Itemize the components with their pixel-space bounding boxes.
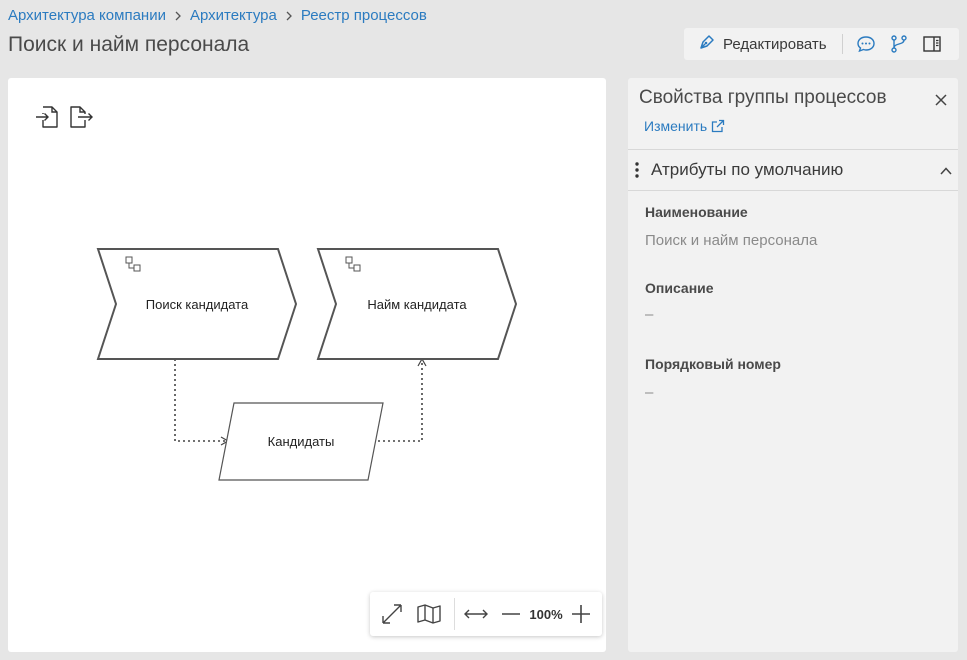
- flow-connector-in: [378, 357, 427, 442]
- zoom-toolbar: 100%: [370, 592, 602, 636]
- edit-button-label: Редактировать: [723, 35, 827, 53]
- close-icon[interactable]: [933, 92, 949, 108]
- edit-button[interactable]: Редактировать: [684, 28, 827, 60]
- branch-icon[interactable]: [888, 33, 910, 55]
- comment-icon[interactable]: [855, 33, 877, 55]
- chevron-right-icon: [166, 11, 190, 21]
- edit-properties-link[interactable]: Изменить: [644, 118, 725, 134]
- process-diagram: [96, 248, 518, 481]
- edit-properties-link-label: Изменить: [644, 118, 708, 134]
- attribute-value-order-number: –: [645, 384, 654, 401]
- attribute-label-description: Описание: [645, 280, 714, 296]
- properties-panel: Свойства группы процессов Изменить Атриб…: [628, 78, 958, 652]
- zoom-level: 100%: [529, 606, 563, 622]
- data-label-candidates: Кандидаты: [267, 434, 335, 449]
- breadcrumb-item-company-architecture[interactable]: Архитектура компании: [8, 7, 166, 24]
- breadcrumb-item-architecture[interactable]: Архитектура: [190, 7, 277, 24]
- breadcrumb-item-process-registry[interactable]: Реестр процессов: [301, 7, 427, 24]
- fullscreen-icon[interactable]: [372, 602, 412, 626]
- diagram-canvas[interactable]: Поиск кандидата Найм кандидата Кандидаты…: [8, 78, 606, 652]
- zoom-out-icon[interactable]: [497, 612, 525, 616]
- external-link-icon: [712, 119, 725, 133]
- attribute-label-order-number: Порядковый номер: [645, 356, 781, 372]
- panel-title: Свойства группы процессов: [639, 87, 887, 108]
- process-label-hire: Найм кандидата: [367, 297, 467, 312]
- flow-connector-out: [174, 359, 230, 446]
- map-icon[interactable]: [412, 603, 446, 625]
- top-toolbar: Редактировать: [684, 28, 959, 60]
- section-header-default-attributes[interactable]: Атрибуты по умолчанию: [628, 149, 958, 191]
- toolbar-divider: [841, 34, 843, 54]
- panel-toggle-icon[interactable]: [921, 33, 943, 55]
- drag-handle-icon: [635, 162, 639, 178]
- section-title: Атрибуты по умолчанию: [651, 160, 844, 179]
- attribute-value-name: Поиск и найм персонала: [645, 232, 818, 249]
- process-label-search: Поиск кандидата: [145, 297, 249, 312]
- chevron-up-icon: [940, 167, 952, 175]
- fit-width-icon[interactable]: [455, 607, 497, 621]
- pen-icon: [697, 32, 717, 57]
- zoom-in-icon[interactable]: [567, 604, 595, 624]
- breadcrumb: Архитектура компании Архитектура Реестр …: [8, 7, 427, 24]
- page-title: Поиск и найм персонала: [8, 33, 250, 56]
- attribute-label-name: Наименование: [645, 204, 748, 220]
- chevron-right-icon: [277, 11, 301, 21]
- attribute-value-description: –: [645, 306, 654, 323]
